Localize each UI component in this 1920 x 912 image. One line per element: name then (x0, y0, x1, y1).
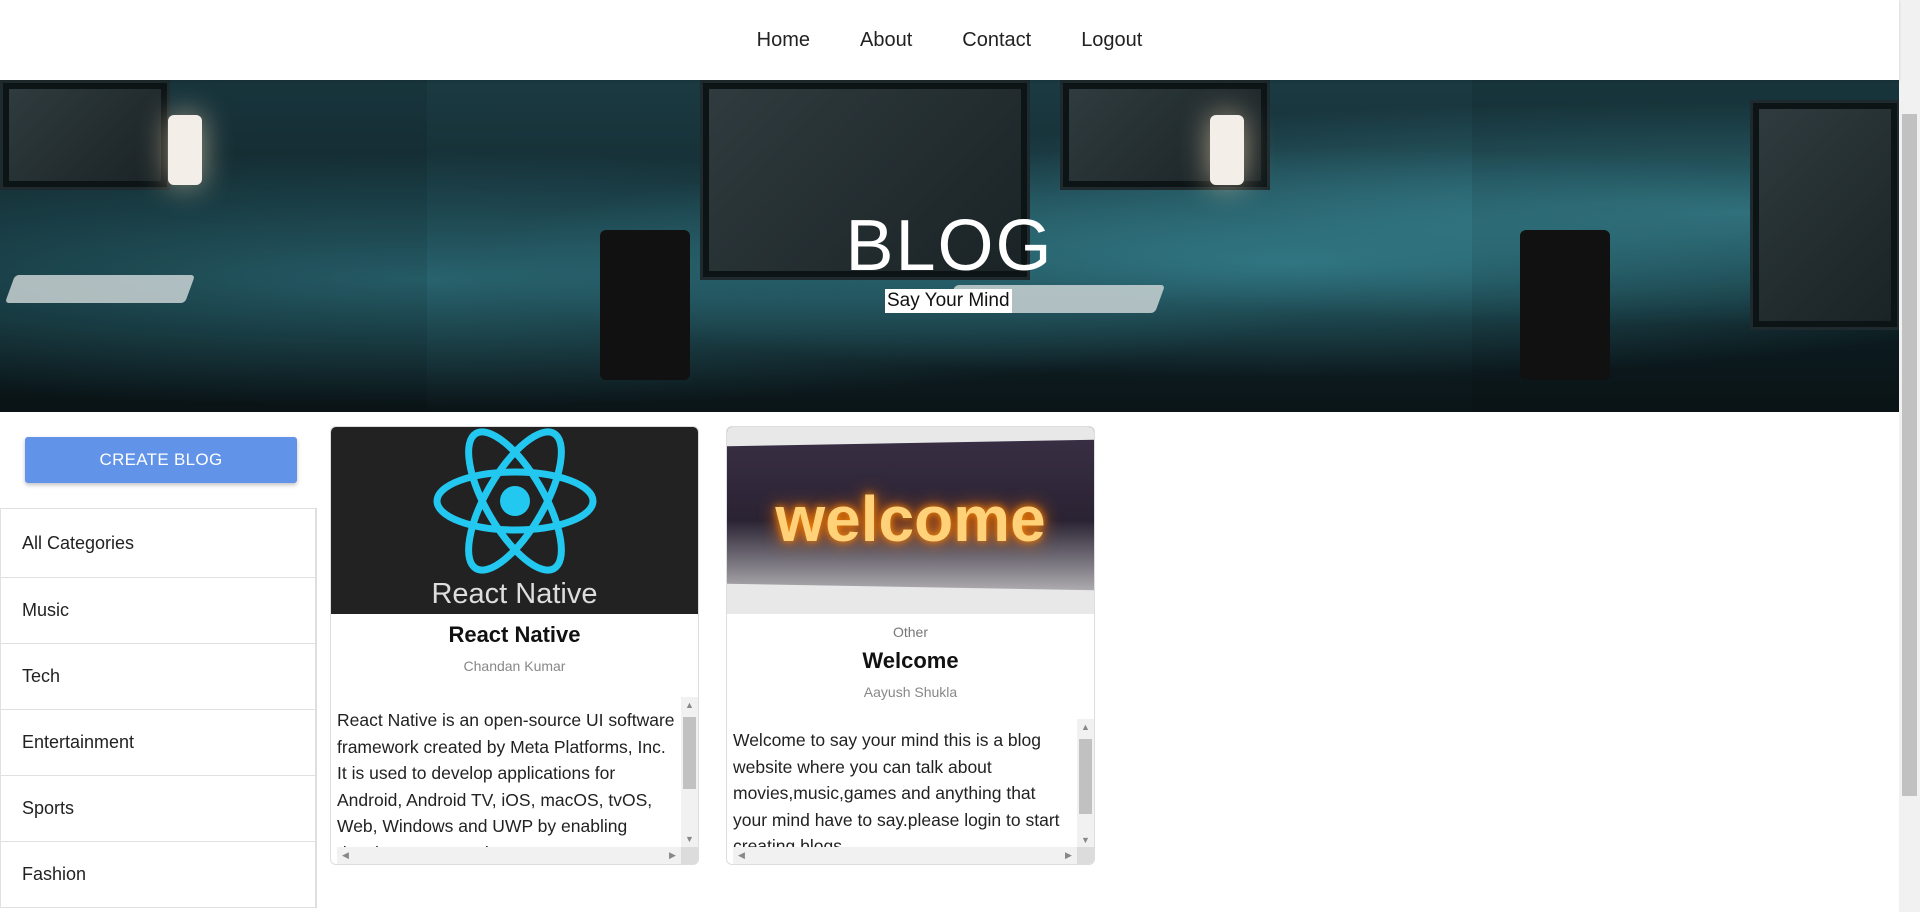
post-image: welcome (727, 427, 1094, 614)
lamp-image (1210, 115, 1244, 185)
post-title[interactable]: React Native (331, 622, 698, 648)
scroll-up-icon[interactable]: ▲ (1077, 719, 1094, 736)
scroll-corner (681, 847, 698, 864)
paper-tear-top (727, 427, 1094, 447)
nav-logout[interactable]: Logout (1081, 29, 1142, 52)
hero-banner: BLOG Say Your Mind (0, 80, 1899, 412)
category-tech[interactable]: Tech (0, 644, 316, 710)
horizontal-scrollbar[interactable]: ◀ ▶ (337, 847, 681, 864)
post-image-text: React Native (431, 578, 598, 610)
top-nav: Home About Contact Logout (0, 0, 1899, 80)
nav-contact[interactable]: Contact (962, 29, 1031, 52)
post-card[interactable]: React Native React Native Chandan Kumar … (330, 426, 699, 865)
post-author: Aayush Shukla (863, 684, 958, 700)
scroll-thumb[interactable] (683, 717, 696, 789)
category-entertainment[interactable]: Entertainment (0, 710, 316, 776)
nav-home[interactable]: Home (757, 29, 810, 52)
scroll-down-icon[interactable]: ▼ (681, 831, 698, 848)
vertical-scrollbar[interactable]: ▲ ▼ (1077, 719, 1094, 849)
scroll-right-icon[interactable]: ▶ (1060, 847, 1077, 864)
post-description-box[interactable]: Welcome to say your mind this is a blog … (733, 719, 1094, 864)
post-description: React Native is an open-source UI softwa… (337, 710, 675, 848)
scroll-up-icon[interactable]: ▲ (681, 697, 698, 714)
horizontal-scrollbar[interactable]: ◀ ▶ (733, 847, 1077, 864)
post-author: Chandan Kumar (463, 658, 566, 674)
post-title[interactable]: Welcome (727, 648, 1094, 674)
scroll-thumb[interactable] (1079, 739, 1092, 814)
scroll-right-icon[interactable]: ▶ (664, 847, 681, 864)
category-music[interactable]: Music (0, 578, 316, 644)
category-all[interactable]: All Categories (0, 508, 316, 578)
post-description-box[interactable]: React Native is an open-source UI softwa… (337, 697, 698, 864)
category-fashion[interactable]: Fashion (0, 842, 316, 908)
category-sports[interactable]: Sports (0, 776, 316, 842)
scroll-corner (1077, 847, 1094, 864)
scroll-left-icon[interactable]: ◀ (733, 847, 750, 864)
category-list: All Categories Music Tech Entertainment … (0, 508, 317, 908)
hero-title: BLOG (845, 206, 1054, 286)
post-card[interactable]: welcome Other Welcome Aayush Shukla Welc… (726, 426, 1095, 865)
lamp-image (168, 115, 202, 185)
scroll-left-icon[interactable]: ◀ (337, 847, 354, 864)
vertical-scrollbar[interactable]: ▲ ▼ (681, 697, 698, 848)
post-description: Welcome to say your mind this is a blog … (733, 730, 1060, 849)
nav-about[interactable]: About (860, 29, 912, 52)
page-scroll-thumb[interactable] (1902, 114, 1917, 796)
paper-tear-bottom (727, 583, 1094, 614)
monitor-image (0, 80, 170, 190)
post-category: Other (892, 624, 928, 640)
hero-subtitle: Say Your Mind (885, 289, 1012, 313)
create-blog-button[interactable]: CREATE BLOG (25, 437, 297, 483)
page-scrollbar[interactable] (1899, 0, 1920, 912)
post-image-text: welcome (775, 483, 1046, 555)
post-image: React Native (331, 427, 698, 614)
